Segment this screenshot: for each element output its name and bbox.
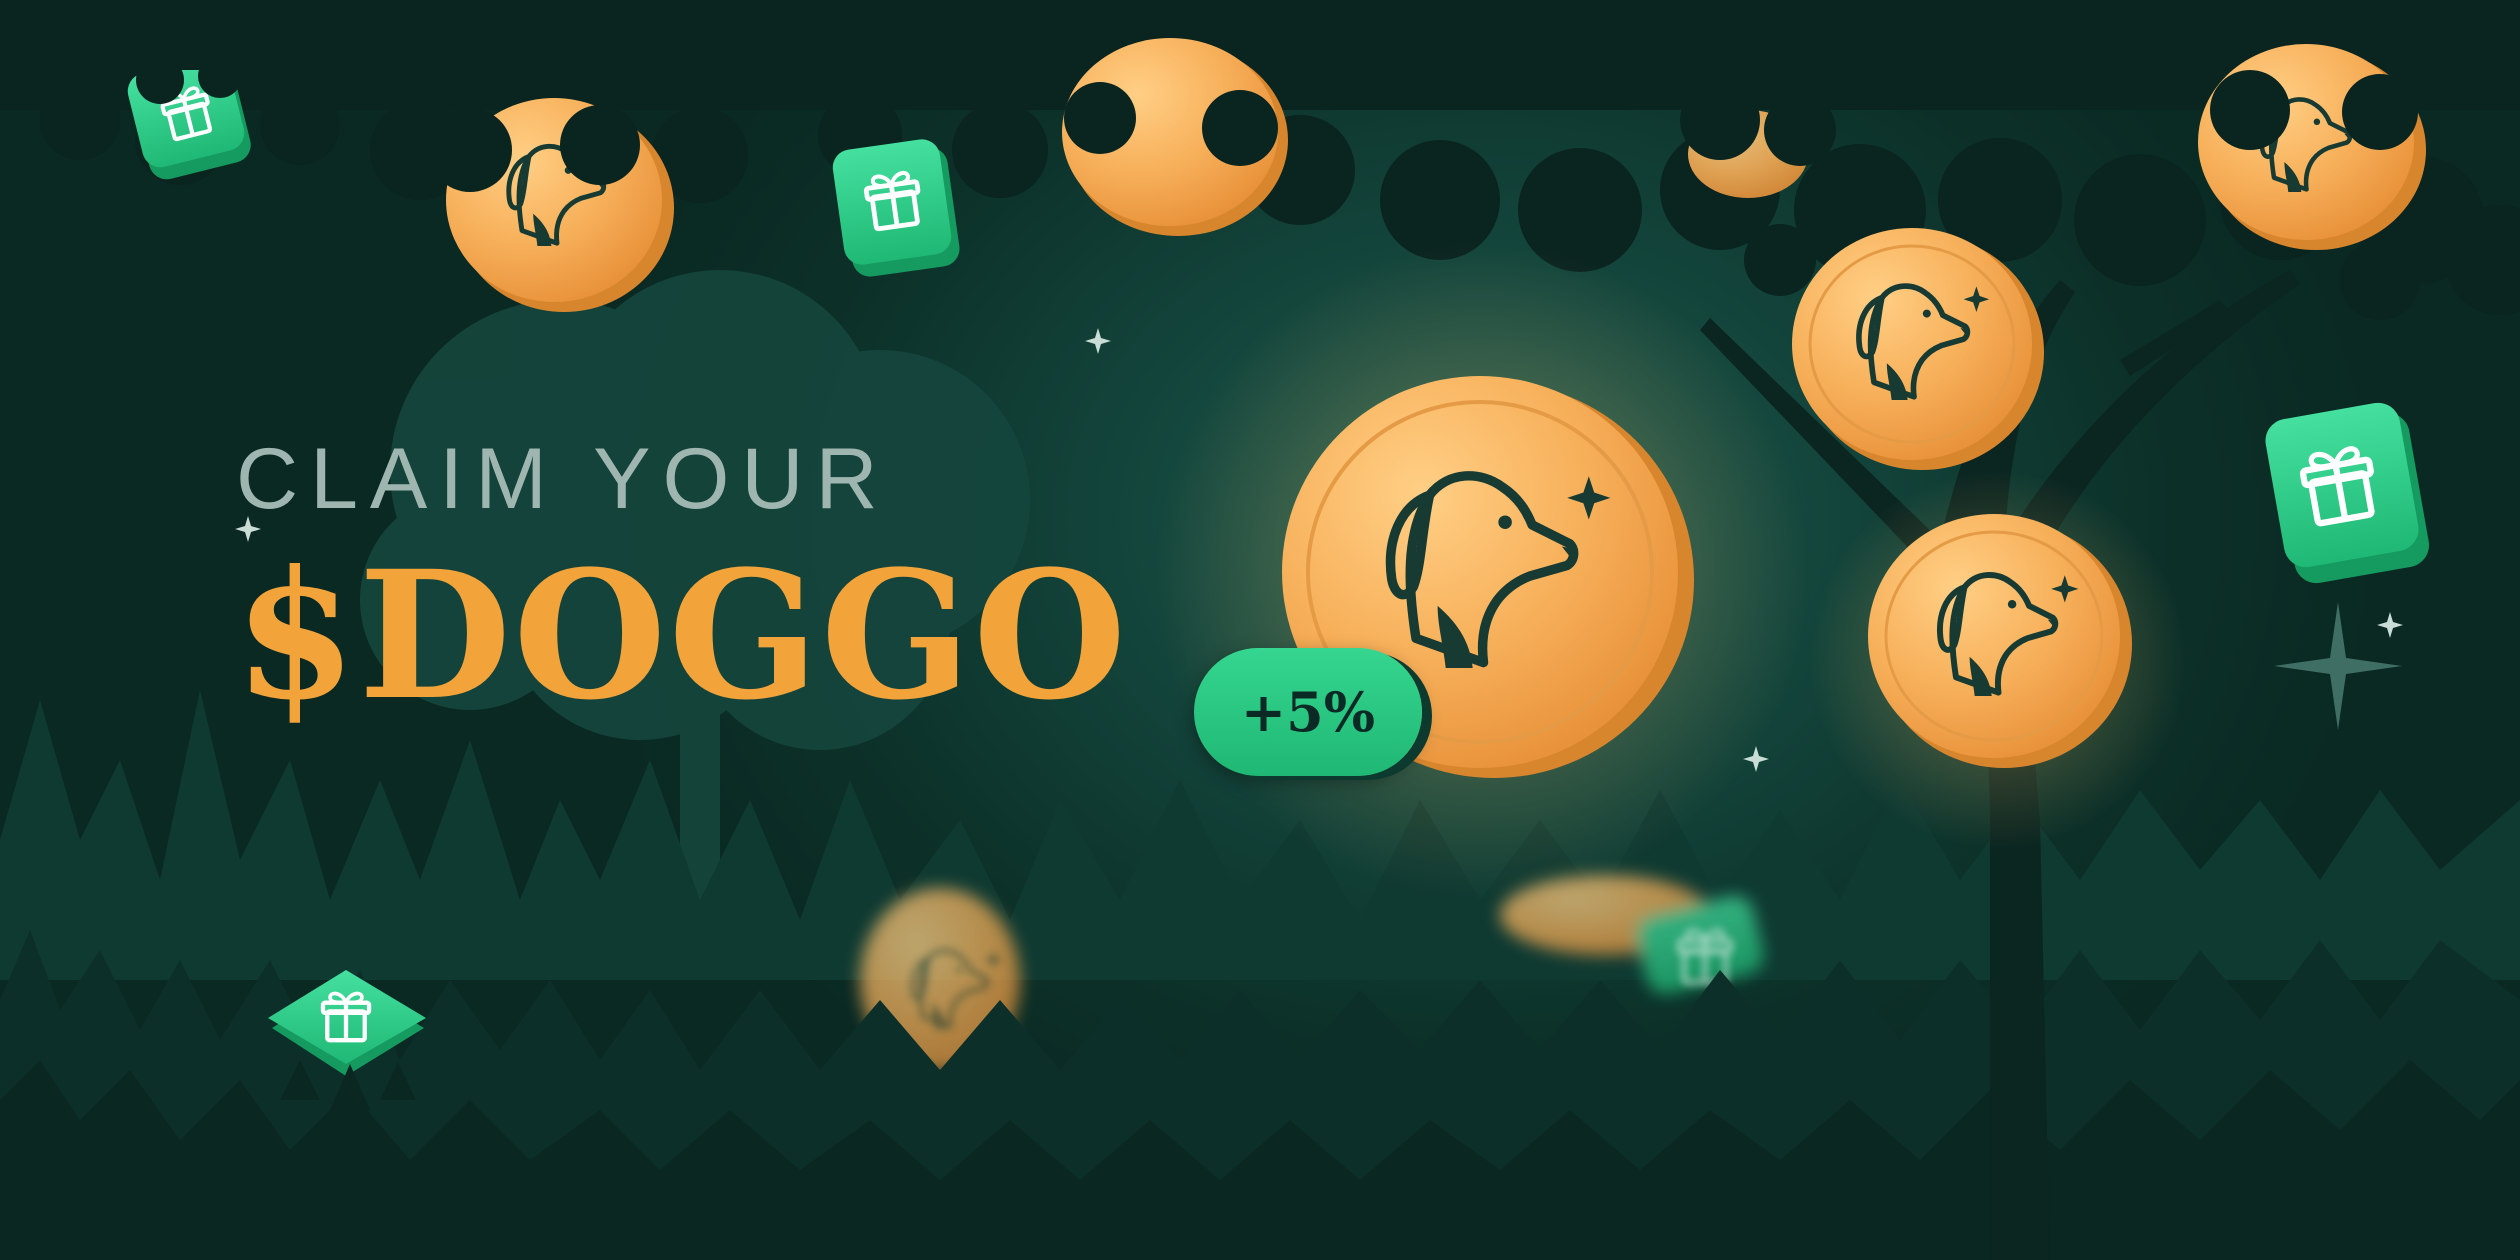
bonus-badge: +5% xyxy=(1194,648,1422,776)
headline: CLAIM YOUR xyxy=(236,431,890,527)
dog-coin-icon xyxy=(1792,228,2044,470)
gift-box-icon xyxy=(2265,402,2430,584)
gift-box-icon xyxy=(268,970,426,1110)
gift-box-icon xyxy=(832,139,960,277)
gift-box-icon xyxy=(120,0,260,180)
promo-banner: CLAIM YOUR $DOGGO +5% xyxy=(0,0,2520,1260)
token-title: $DOGGO xyxy=(234,532,1129,739)
